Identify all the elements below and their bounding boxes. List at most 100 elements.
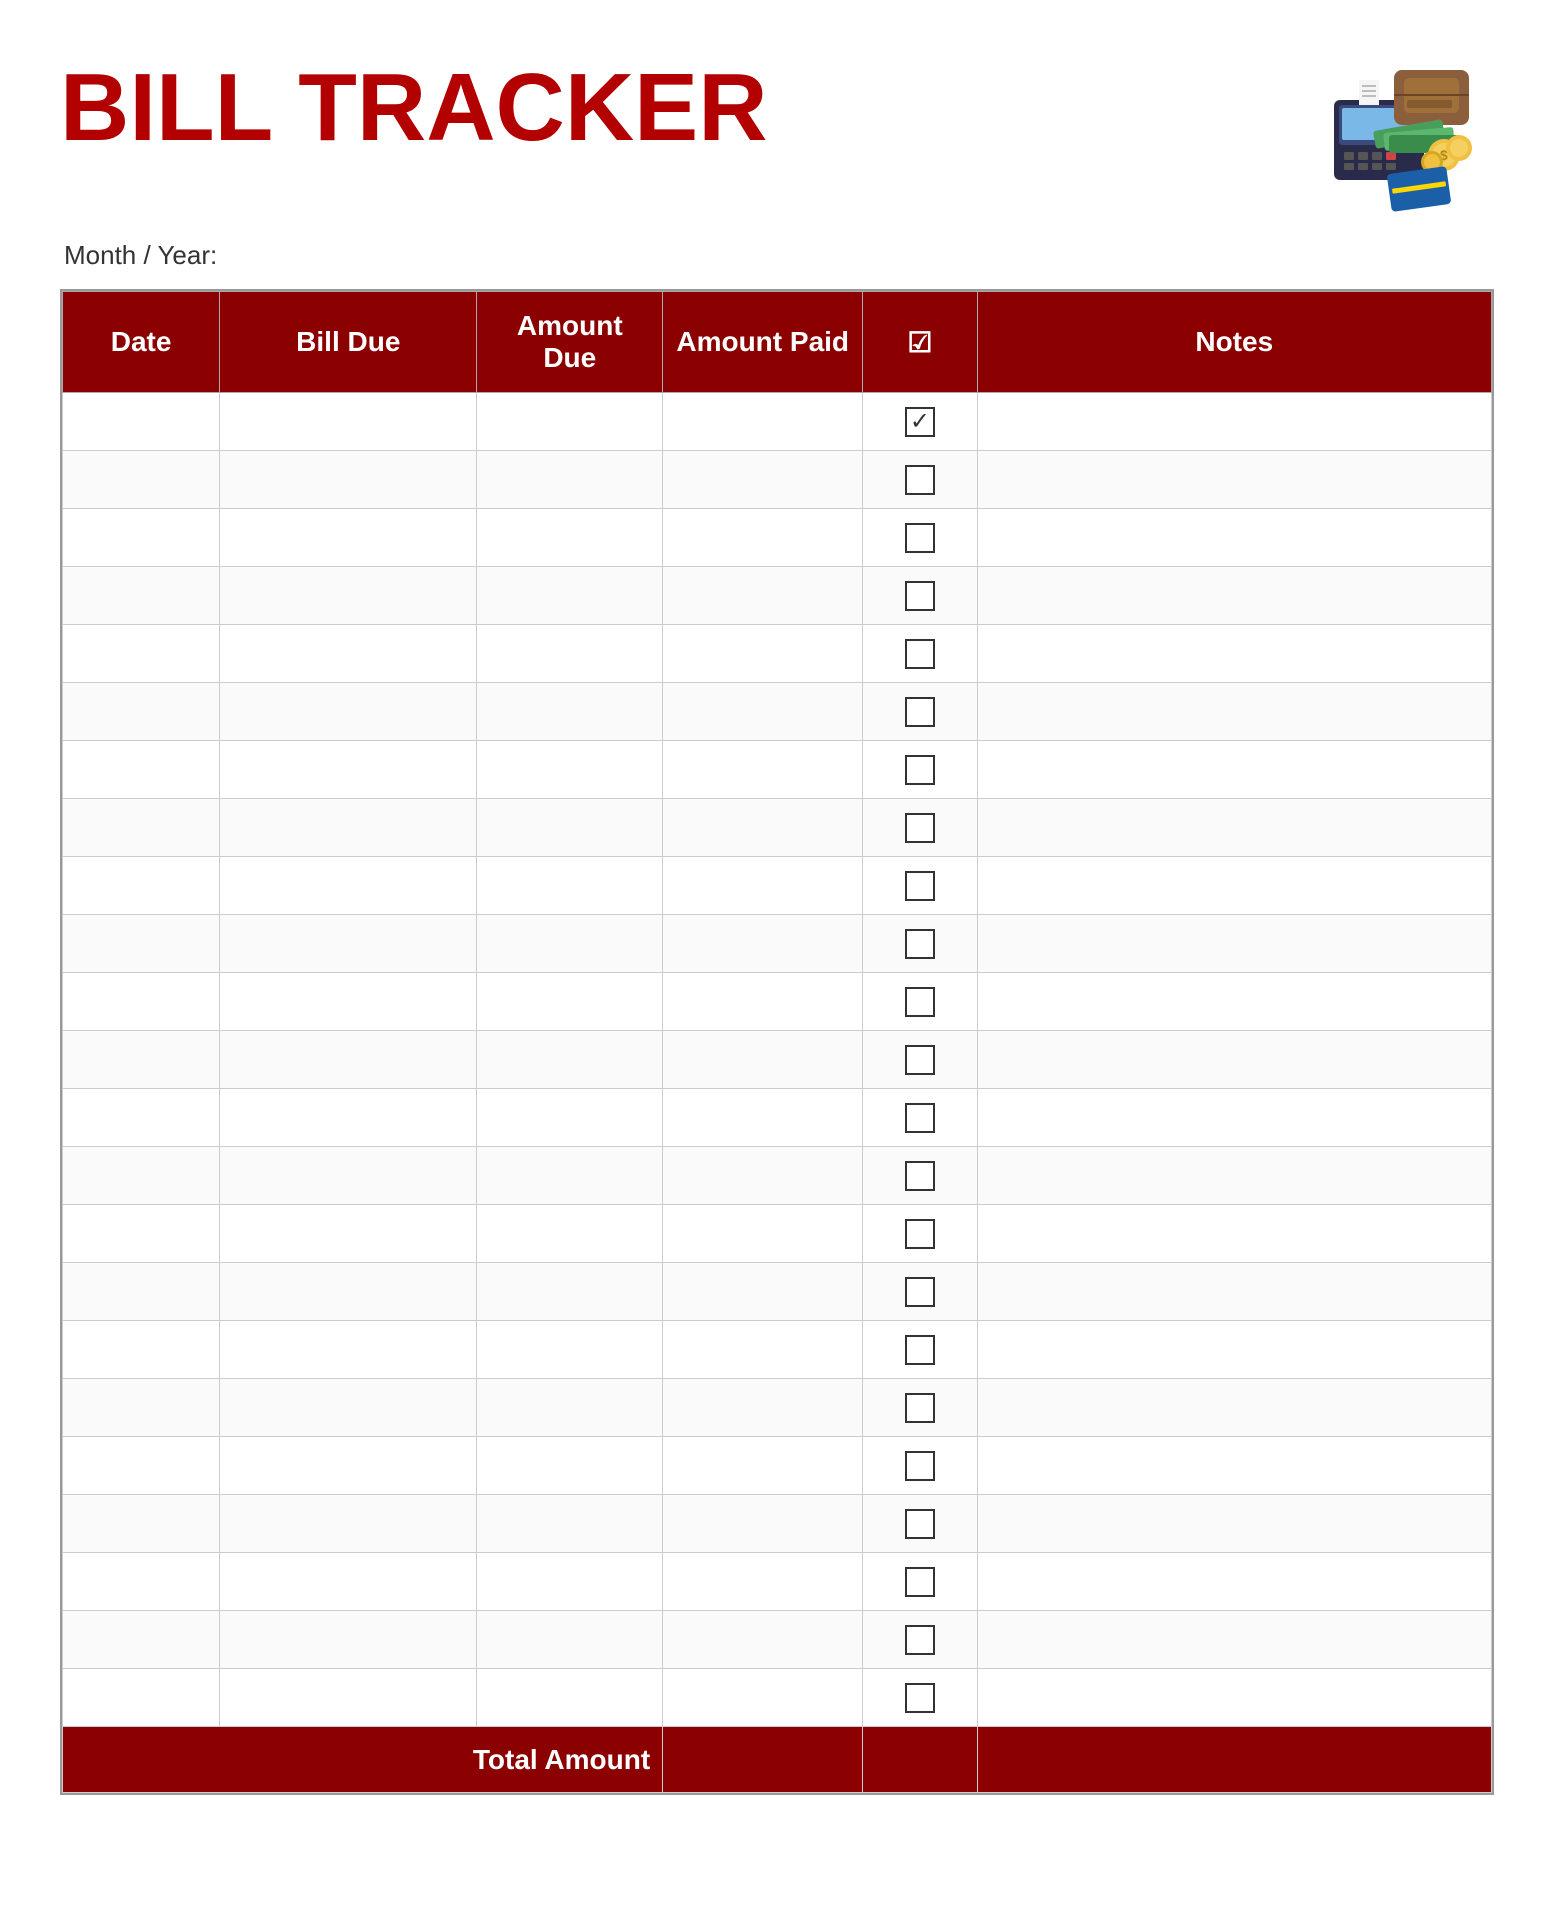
cell-amount-due[interactable]: [477, 915, 663, 973]
cell-date[interactable]: [63, 509, 220, 567]
cell-date[interactable]: [63, 393, 220, 451]
cell-checkbox[interactable]: [863, 1089, 977, 1147]
cell-bill-due[interactable]: [220, 1379, 477, 1437]
cell-checkbox[interactable]: [863, 1147, 977, 1205]
cell-notes[interactable]: [977, 1089, 1491, 1147]
cell-date[interactable]: [63, 741, 220, 799]
cell-bill-due[interactable]: [220, 857, 477, 915]
cell-checkbox[interactable]: [863, 683, 977, 741]
cell-amount-due[interactable]: [477, 625, 663, 683]
cell-notes[interactable]: [977, 509, 1491, 567]
cell-bill-due[interactable]: [220, 1205, 477, 1263]
cell-bill-due[interactable]: [220, 1669, 477, 1727]
cell-date[interactable]: [63, 1205, 220, 1263]
cell-date[interactable]: [63, 1321, 220, 1379]
cell-notes[interactable]: [977, 1031, 1491, 1089]
cell-amount-paid[interactable]: [663, 857, 863, 915]
cell-notes[interactable]: [977, 1321, 1491, 1379]
cell-date[interactable]: [63, 451, 220, 509]
cell-amount-due[interactable]: [477, 973, 663, 1031]
cell-amount-due[interactable]: [477, 1611, 663, 1669]
cell-amount-paid[interactable]: [663, 567, 863, 625]
cell-bill-due[interactable]: [220, 1495, 477, 1553]
cell-amount-paid[interactable]: [663, 1669, 863, 1727]
cell-bill-due[interactable]: [220, 973, 477, 1031]
cell-notes[interactable]: [977, 1495, 1491, 1553]
cell-notes[interactable]: [977, 857, 1491, 915]
cell-amount-paid[interactable]: [663, 1089, 863, 1147]
cell-amount-due[interactable]: [477, 509, 663, 567]
cell-amount-due[interactable]: [477, 1379, 663, 1437]
cell-amount-paid[interactable]: [663, 1495, 863, 1553]
cell-checkbox[interactable]: ✓: [863, 393, 977, 451]
cell-checkbox[interactable]: [863, 915, 977, 973]
cell-checkbox[interactable]: [863, 1205, 977, 1263]
cell-date[interactable]: [63, 567, 220, 625]
cell-notes[interactable]: [977, 973, 1491, 1031]
cell-bill-due[interactable]: [220, 625, 477, 683]
cell-checkbox[interactable]: [863, 1611, 977, 1669]
cell-amount-paid[interactable]: [663, 1031, 863, 1089]
cell-notes[interactable]: [977, 451, 1491, 509]
cell-date[interactable]: [63, 915, 220, 973]
cell-bill-due[interactable]: [220, 799, 477, 857]
cell-checkbox[interactable]: [863, 625, 977, 683]
cell-amount-paid[interactable]: [663, 1147, 863, 1205]
cell-date[interactable]: [63, 1379, 220, 1437]
cell-amount-due[interactable]: [477, 1147, 663, 1205]
cell-checkbox[interactable]: [863, 1669, 977, 1727]
cell-amount-due[interactable]: [477, 799, 663, 857]
cell-amount-due[interactable]: [477, 857, 663, 915]
cell-amount-paid[interactable]: [663, 973, 863, 1031]
cell-amount-paid[interactable]: [663, 1205, 863, 1263]
cell-bill-due[interactable]: [220, 1321, 477, 1379]
cell-date[interactable]: [63, 1437, 220, 1495]
cell-date[interactable]: [63, 1089, 220, 1147]
cell-notes[interactable]: [977, 567, 1491, 625]
cell-amount-paid[interactable]: [663, 1379, 863, 1437]
cell-amount-paid[interactable]: [663, 1321, 863, 1379]
cell-date[interactable]: [63, 1669, 220, 1727]
cell-notes[interactable]: [977, 683, 1491, 741]
cell-bill-due[interactable]: [220, 1611, 477, 1669]
cell-notes[interactable]: [977, 1553, 1491, 1611]
cell-date[interactable]: [63, 1553, 220, 1611]
cell-checkbox[interactable]: [863, 567, 977, 625]
cell-amount-paid[interactable]: [663, 915, 863, 973]
cell-amount-due[interactable]: [477, 1263, 663, 1321]
cell-amount-due[interactable]: [477, 567, 663, 625]
cell-amount-due[interactable]: [477, 1089, 663, 1147]
cell-notes[interactable]: [977, 799, 1491, 857]
cell-amount-paid[interactable]: [663, 1263, 863, 1321]
cell-bill-due[interactable]: [220, 451, 477, 509]
cell-bill-due[interactable]: [220, 1263, 477, 1321]
cell-amount-due[interactable]: [477, 451, 663, 509]
cell-bill-due[interactable]: [220, 683, 477, 741]
cell-bill-due[interactable]: [220, 915, 477, 973]
cell-amount-paid[interactable]: [663, 1553, 863, 1611]
cell-notes[interactable]: [977, 393, 1491, 451]
cell-checkbox[interactable]: [863, 1553, 977, 1611]
cell-bill-due[interactable]: [220, 1089, 477, 1147]
cell-bill-due[interactable]: [220, 741, 477, 799]
cell-date[interactable]: [63, 1147, 220, 1205]
cell-amount-due[interactable]: [477, 1031, 663, 1089]
cell-amount-due[interactable]: [477, 1437, 663, 1495]
cell-checkbox[interactable]: [863, 1495, 977, 1553]
cell-amount-paid[interactable]: [663, 451, 863, 509]
cell-checkbox[interactable]: [863, 1031, 977, 1089]
cell-date[interactable]: [63, 1031, 220, 1089]
cell-amount-due[interactable]: [477, 741, 663, 799]
cell-checkbox[interactable]: [863, 973, 977, 1031]
cell-checkbox[interactable]: [863, 509, 977, 567]
cell-date[interactable]: [63, 799, 220, 857]
cell-checkbox[interactable]: [863, 451, 977, 509]
cell-date[interactable]: [63, 1495, 220, 1553]
cell-bill-due[interactable]: [220, 1031, 477, 1089]
cell-date[interactable]: [63, 857, 220, 915]
cell-amount-paid[interactable]: [663, 683, 863, 741]
cell-amount-due[interactable]: [477, 1553, 663, 1611]
cell-notes[interactable]: [977, 915, 1491, 973]
cell-date[interactable]: [63, 683, 220, 741]
cell-notes[interactable]: [977, 1437, 1491, 1495]
